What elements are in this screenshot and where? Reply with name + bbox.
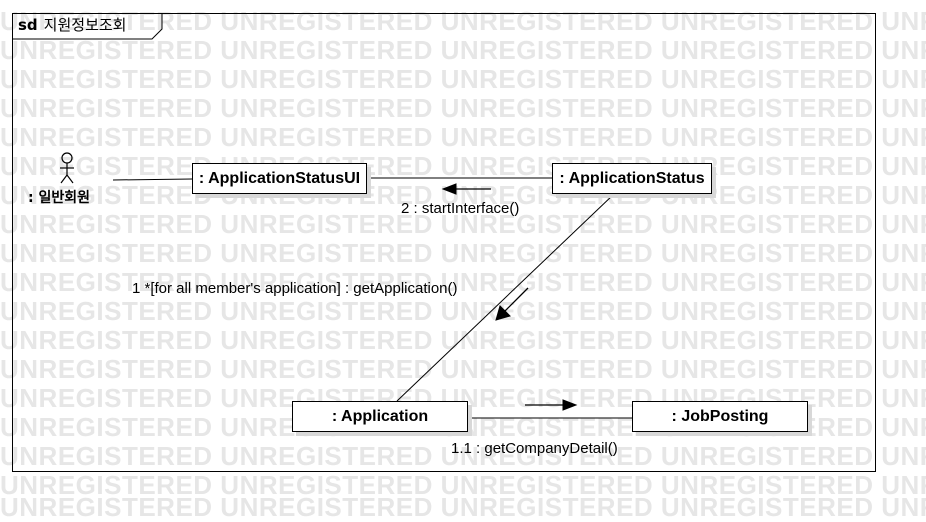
message-label-getapplication: 1 *[for all member's application] : getA… [132,280,458,297]
lifeline-label: : Application [331,407,429,425]
diagram-title: sd 지원정보조회 [18,15,126,35]
diagram-kind: sd [18,16,38,34]
actor-label: : 일반회원 [28,190,90,206]
lifeline-application[interactable]: : Application [292,401,468,432]
lifeline-label: : ApplicationStatusUI [198,169,361,187]
message-arrow-getcompanydetail [525,399,578,411]
message-label-getcompanydetail: 1.1 : getCompanyDetail() [451,440,618,457]
diagram-name: 지원정보조회 [43,16,127,34]
link-actor-ui [112,178,193,181]
message-label-startinterface: 2 : startInterface() [401,200,520,217]
lifeline-application-status[interactable]: : ApplicationStatus [552,163,712,194]
link-status-application [396,193,615,402]
actor-icon [60,152,74,184]
lifeline-label: : JobPosting [671,407,769,425]
lifeline-label: : ApplicationStatus [559,169,705,187]
message-arrow-startinterface [441,183,491,195]
message-arrow-getapplication [495,287,529,321]
lifeline-job-posting[interactable]: : JobPosting [632,401,808,432]
lifeline-application-status-ui[interactable]: : ApplicationStatusUI [192,163,367,194]
